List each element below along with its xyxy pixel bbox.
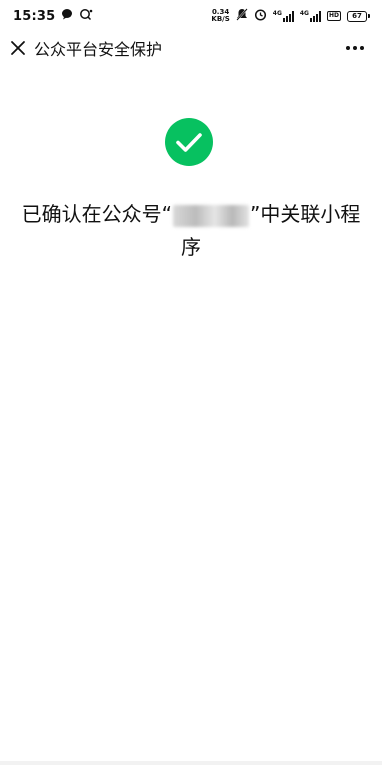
screen: 15:35 0.34 KB/S 4G 4G HD 67 公众平台安全保护 已确认… <box>0 0 382 765</box>
more-icon <box>346 46 364 50</box>
alarm-icon <box>254 8 267 25</box>
hd-wifi-icon: HD <box>326 11 341 21</box>
mute-icon <box>236 7 248 25</box>
search-notify-icon <box>79 8 93 25</box>
signal-2-bars-icon <box>309 10 321 22</box>
net-speed: 0.34 KB/S <box>211 9 229 23</box>
signal-1: 4G <box>272 9 294 22</box>
signal-2-label: 4G <box>299 9 309 17</box>
message-bubble-icon <box>61 8 73 24</box>
status-left: 15:35 <box>13 8 93 25</box>
status-bar: 15:35 0.34 KB/S 4G 4G HD 67 <box>0 0 382 32</box>
signal-1-bars-icon <box>282 10 294 22</box>
signal-1-label: 4G <box>272 9 282 17</box>
redacted-account-name <box>173 204 249 227</box>
page-title: 公众平台安全保护 <box>34 40 163 59</box>
net-speed-unit: KB/S <box>211 15 230 23</box>
battery-level: 67 <box>347 10 367 22</box>
signal-2: 4G <box>299 9 321 22</box>
status-right: 0.34 KB/S 4G 4G HD 67 <box>211 7 370 25</box>
message-prefix: 已确认在公众号“ <box>21 202 172 226</box>
close-icon <box>11 41 25 55</box>
title-bar: 公众平台安全保护 <box>0 32 382 64</box>
status-time: 15:35 <box>13 8 56 24</box>
bottom-edge <box>0 761 382 765</box>
more-button[interactable] <box>342 32 368 64</box>
confirmation-message: 已确认在公众号“ ”中关联小程序 <box>20 198 362 264</box>
success-check-icon <box>165 118 213 166</box>
close-button[interactable] <box>0 32 36 64</box>
battery-icon: 67 <box>347 10 370 22</box>
